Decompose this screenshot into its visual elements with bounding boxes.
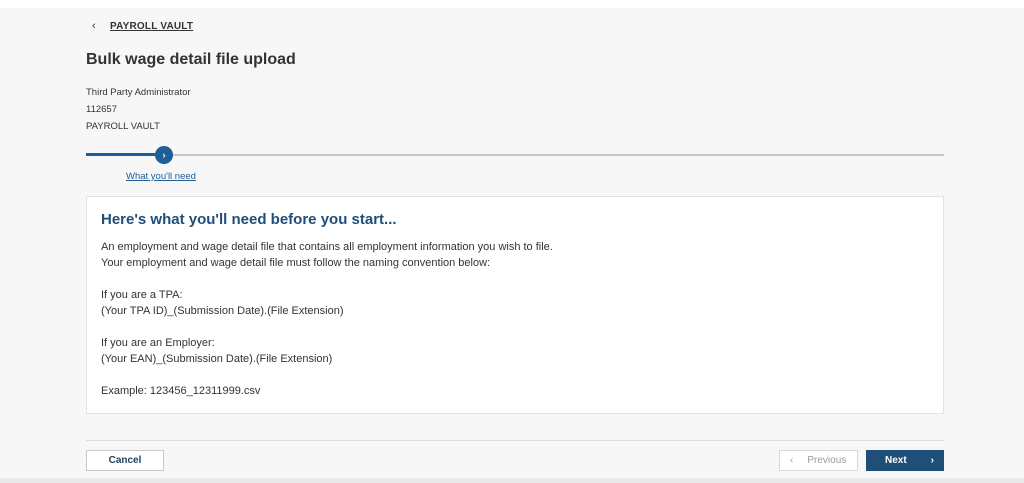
requirements-body: An employment and wage detail file that …	[101, 239, 553, 399]
chevron-left-icon: ‹	[790, 455, 794, 466]
requirements-card: Here's what you'll need before you start…	[86, 196, 944, 414]
previous-button-label: Previous	[807, 455, 847, 466]
chevron-left-icon: ‹	[92, 20, 96, 32]
cancel-button[interactable]: Cancel	[86, 450, 164, 471]
employer-label: If you are an Employer:	[101, 337, 215, 349]
top-strip	[0, 0, 1024, 8]
requirements-line-2: Your employment and wage detail file mus…	[101, 257, 491, 269]
page: ‹ PAYROLL VAULT Bulk wage detail file up…	[0, 0, 1024, 483]
account-org: PAYROLL VAULT	[86, 121, 160, 132]
next-button[interactable]: Next ›	[866, 450, 944, 471]
chevron-right-icon: ›	[930, 455, 934, 466]
filename-example: Example: 123456_12311999.csv	[101, 385, 261, 397]
previous-button[interactable]: ‹ Previous	[779, 450, 858, 471]
account-role: Third Party Administrator	[86, 87, 191, 98]
back-link[interactable]: ‹ PAYROLL VAULT	[92, 20, 193, 32]
stepper-progress	[86, 153, 158, 156]
next-button-label: Next	[885, 455, 907, 466]
bottom-strip	[0, 478, 1024, 483]
back-link-label: PAYROLL VAULT	[110, 20, 194, 32]
progress-stepper: ›	[86, 146, 944, 166]
cancel-button-label: Cancel	[108, 455, 142, 466]
account-id: 112657	[86, 104, 117, 115]
page-title: Bulk wage detail file upload	[86, 51, 296, 68]
chevron-right-icon: ›	[162, 150, 166, 160]
tpa-label: If you are a TPA:	[101, 289, 183, 301]
footer-divider	[86, 440, 944, 441]
stepper-current-node[interactable]: ›	[156, 147, 172, 163]
stepper-track	[86, 154, 944, 156]
requirements-line-1: An employment and wage detail file that …	[101, 241, 553, 253]
employer-format: (Your EAN)_(Submission Date).(File Exten…	[101, 353, 333, 365]
requirements-heading: Here's what you'll need before you start…	[101, 211, 397, 228]
account-meta: Third Party Administrator 112657 PAYROLL…	[86, 84, 191, 135]
step-label-what-youll-need[interactable]: What you'll need	[126, 171, 196, 182]
tpa-format: (Your TPA ID)_(Submission Date).(File Ex…	[101, 305, 344, 317]
